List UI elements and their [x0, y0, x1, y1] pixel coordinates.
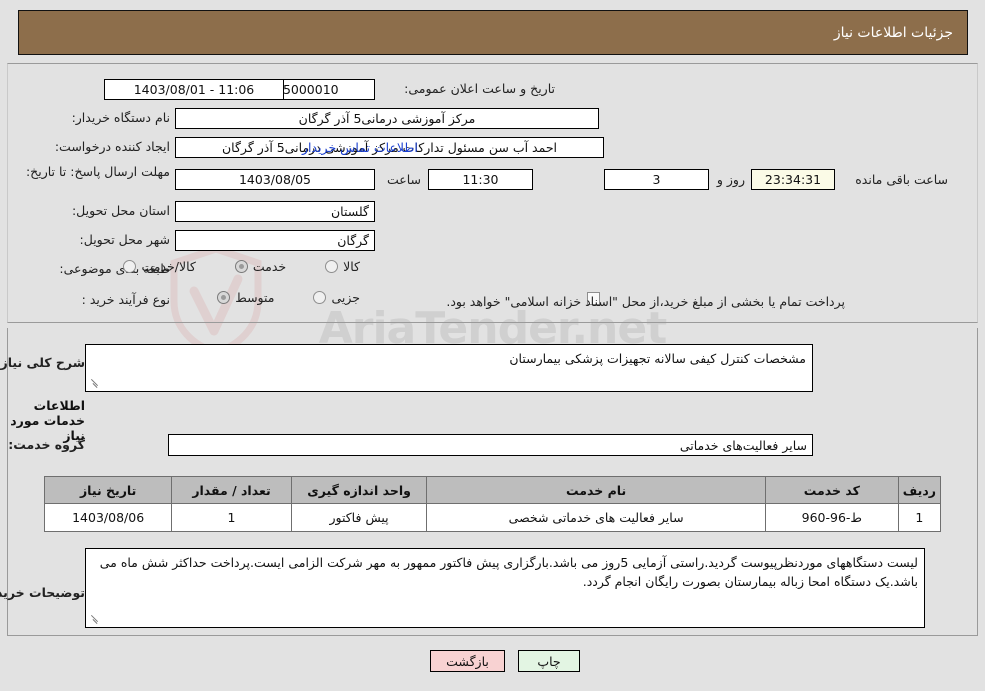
cell-unit: پیش فاکتور — [290, 503, 428, 532]
buyer-org-label: نام دستگاه خریدار: — [71, 110, 170, 125]
resize-grip-icon[interactable] — [89, 379, 99, 389]
col-service-code: کد خدمت — [764, 476, 899, 504]
buyer-notes-value: لیست دستگاههای موردنظرپیوست گردید.راستی … — [99, 555, 918, 590]
col-unit: واحد اندازه گیری — [290, 476, 428, 504]
page-title-bar: جزئیات اطلاعات نیاز — [18, 10, 968, 55]
deadline-label: مهلت ارسال پاسخ: تا تاریخ: — [25, 164, 170, 179]
deadline-hour-label: ساعت — [386, 172, 421, 187]
process-option-motavaset[interactable]: متوسط — [217, 290, 279, 305]
table-header-row: ردیف کد خدمت نام خدمت واحد اندازه گیری ت… — [43, 476, 942, 504]
process-radio-group: جزیی متوسط — [217, 290, 365, 305]
deadline-hour: 11:30 — [428, 169, 533, 190]
remaining-suffix: ساعت باقی مانده — [855, 172, 948, 187]
category-radio-group: کالا خدمت کالا/خدمت — [123, 259, 365, 274]
category-option-khedmat[interactable]: خدمت — [234, 259, 291, 274]
general-desc-textarea[interactable]: مشخصات کنترل کیفی سالانه تجهیزات پزشکی ب… — [85, 344, 813, 392]
province-label: استان محل تحویل: — [71, 203, 170, 218]
col-need-date: تاریخ نیاز — [43, 476, 173, 504]
radio-kala-icon[interactable] — [325, 260, 339, 273]
buyer-notes-textarea[interactable]: لیست دستگاههای موردنظرپیوست گردید.راستی … — [85, 548, 925, 628]
category-option-kala-khedmat-label: کالا/خدمت — [141, 259, 196, 274]
public-announce-label: تاریخ و ساعت اعلان عمومی: — [404, 81, 555, 96]
radio-khedmat-icon[interactable] — [234, 260, 248, 273]
days-remaining: 3 — [604, 169, 709, 190]
cell-service-code: ط-96-960 — [764, 503, 899, 532]
process-option-jozee-label: جزیی — [331, 290, 360, 305]
province-value: گلستان — [175, 201, 375, 222]
service-group-label: گروه خدمت: — [8, 437, 85, 452]
days-and-label: روز و — [716, 172, 745, 187]
page-title: جزئیات اطلاعات نیاز — [833, 24, 953, 41]
page-root: AriaTender.net جزئیات اطلاعات نیاز شماره… — [0, 0, 985, 691]
buyer-org-value: مرکز آموزشی درمانی5 آذر گرگان — [175, 108, 599, 129]
cell-service-name: سایر فعالیت های خدماتی شخصی — [426, 503, 766, 532]
category-option-kala[interactable]: کالا — [325, 259, 365, 274]
buyer-notes-label: توضیحات خریدار: — [0, 585, 85, 600]
radio-jozee-icon[interactable] — [313, 291, 327, 304]
buyer-contact-link[interactable]: اطلاعات تماس خریدار — [302, 140, 418, 155]
time-remaining: 23:34:31 — [751, 169, 835, 190]
col-service-name: نام خدمت — [426, 476, 766, 504]
table-row: 1 ط-96-960 سایر فعالیت های خدماتی شخصی پ… — [43, 503, 942, 532]
general-desc-label: شرح کلی نیاز: — [0, 355, 85, 370]
col-quantity: تعداد / مقدار — [171, 476, 292, 504]
deadline-date: 1403/08/05 — [175, 169, 375, 190]
process-option-motavaset-label: متوسط — [235, 290, 275, 305]
general-desc-value: مشخصات کنترل کیفی سالانه تجهیزات پزشکی ب… — [509, 351, 806, 366]
cell-need-date: 1403/08/06 — [43, 503, 173, 532]
process-option-jozee[interactable]: جزیی — [313, 290, 365, 305]
items-table: ردیف کد خدمت نام خدمت واحد اندازه گیری ت… — [43, 476, 942, 532]
process-label: نوع فرآیند خرید : — [81, 292, 170, 307]
category-option-khedmat-label: خدمت — [252, 259, 287, 274]
service-group-value: سایر فعالیت‌های خدماتی — [168, 434, 813, 456]
city-label: شهر محل تحویل: — [79, 232, 170, 247]
treasury-note: پرداخت تمام یا بخشی از مبلغ خرید،از محل … — [446, 294, 845, 309]
col-radif: ردیف — [897, 476, 942, 504]
creator-label: ایجاد کننده درخواست: — [54, 139, 170, 154]
category-option-kala-khedmat[interactable]: کالا/خدمت — [123, 259, 200, 274]
public-announce-date: 1403/08/01 - 11:06 — [104, 79, 284, 100]
buyer-notes-resize-grip-icon[interactable] — [89, 615, 99, 625]
cell-quantity: 1 — [171, 503, 292, 532]
category-option-kala-label: کالا — [343, 259, 360, 274]
need-info-panel — [7, 63, 978, 323]
city-value: گرگان — [175, 230, 375, 251]
radio-kala-khedmat-icon[interactable] — [123, 260, 137, 273]
cell-radif: 1 — [897, 503, 942, 532]
print-button[interactable]: چاپ — [518, 650, 580, 672]
radio-motavaset-icon[interactable] — [217, 291, 231, 304]
back-button[interactable]: بازگشت — [430, 650, 505, 672]
